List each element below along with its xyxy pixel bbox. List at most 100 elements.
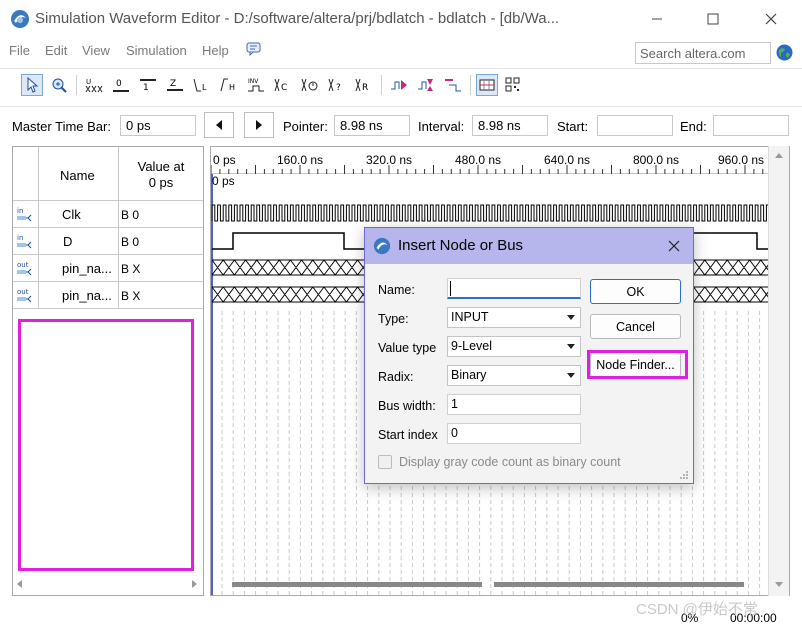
dialog-close-button[interactable] bbox=[663, 235, 685, 257]
node-row-d[interactable]: in D B 0 bbox=[13, 228, 203, 255]
weak-high-button[interactable]: H bbox=[218, 74, 240, 96]
uninitialized-icon: U bbox=[85, 78, 103, 93]
help-chat-icon[interactable] bbox=[246, 42, 262, 56]
interval-field[interactable]: 8.98 ns bbox=[472, 115, 548, 136]
highlight-empty-node-area[interactable] bbox=[18, 319, 194, 571]
random-value-button[interactable]: R bbox=[353, 74, 375, 96]
close-window-button[interactable] bbox=[748, 0, 794, 38]
start-label: Start: bbox=[557, 119, 589, 134]
node-row-output-2[interactable]: out pin_na... B X bbox=[13, 282, 203, 309]
search-input[interactable]: Search altera.com bbox=[635, 42, 771, 64]
output-pin-icon: out bbox=[17, 261, 32, 276]
menu-simulation[interactable]: Simulation bbox=[126, 43, 187, 58]
radix-select[interactable]: Binary bbox=[447, 365, 581, 386]
minimize-icon bbox=[652, 18, 662, 20]
svg-text:0: 0 bbox=[116, 79, 122, 89]
svg-text:1: 1 bbox=[143, 83, 149, 93]
gray-code-checkbox-label: Display gray code count as binary count bbox=[399, 455, 621, 469]
clock-button[interactable] bbox=[299, 74, 321, 96]
waveform-vscrollbar[interactable] bbox=[768, 146, 789, 596]
grid-settings-button[interactable] bbox=[502, 74, 524, 96]
snap-to-grid-button[interactable] bbox=[476, 74, 498, 96]
weak-low-icon: L bbox=[193, 78, 207, 92]
time-bar: Master Time Bar: 0 ps Pointer: 8.98 ns I… bbox=[0, 106, 802, 142]
next-transition-button[interactable] bbox=[244, 112, 274, 138]
dialog-title-bar: Insert Node or Bus bbox=[365, 228, 693, 264]
radix-label: Radix: bbox=[378, 370, 414, 384]
run-functional-sim-icon bbox=[418, 79, 433, 91]
pointer-field[interactable]: 8.98 ns bbox=[334, 115, 410, 136]
node-row-output-1[interactable]: out pin_na... B X bbox=[13, 255, 203, 282]
count-value-icon: C bbox=[274, 78, 287, 93]
clock-icon bbox=[301, 78, 318, 92]
master-time-bar-label: Master Time Bar: bbox=[12, 119, 111, 134]
quartus-app-icon bbox=[11, 10, 29, 28]
weak-low-button[interactable]: L bbox=[191, 74, 213, 96]
node-row-clk[interactable]: in Clk B 0 bbox=[13, 201, 203, 228]
run-timing-sim-button[interactable] bbox=[388, 74, 410, 96]
value-type-label: Value type bbox=[378, 341, 437, 355]
end-field[interactable] bbox=[713, 115, 789, 136]
quartus-app-icon bbox=[373, 237, 391, 255]
type-select-value: INPUT bbox=[451, 310, 489, 324]
zoom-tool-button[interactable] bbox=[48, 74, 70, 96]
type-select[interactable]: INPUT bbox=[447, 307, 581, 328]
svg-text:out: out bbox=[17, 261, 29, 269]
type-label: Type: bbox=[378, 312, 409, 326]
start-index-field[interactable]: 0 bbox=[447, 423, 581, 444]
forcing-high-button[interactable]: 1 bbox=[137, 74, 159, 96]
close-icon bbox=[765, 13, 777, 25]
menu-file[interactable]: File bbox=[9, 43, 30, 58]
vscroll-arrows bbox=[775, 153, 783, 587]
resize-grip-icon[interactable] bbox=[679, 470, 689, 480]
value-column-header[interactable]: Value at 0 ps bbox=[131, 159, 191, 191]
node-name: D bbox=[63, 234, 73, 249]
high-impedance-button[interactable]: Z bbox=[164, 74, 186, 96]
toolbar: U 0 1 Z L H INV C ? R bbox=[0, 68, 802, 100]
menu-edit[interactable]: Edit bbox=[45, 43, 67, 58]
node-panel-hscrollbar[interactable] bbox=[12, 575, 204, 593]
dont-care-button[interactable]: ? bbox=[326, 74, 348, 96]
bus-width-field[interactable]: 1 bbox=[447, 394, 581, 415]
svg-text:INV: INV bbox=[248, 78, 259, 85]
input-pin-icon: in bbox=[17, 234, 32, 249]
svg-text:out: out bbox=[17, 288, 29, 296]
pointer-tool-button[interactable] bbox=[21, 74, 43, 96]
gray-code-checkbox[interactable] bbox=[378, 455, 392, 469]
node-name: pin_na... bbox=[62, 261, 112, 276]
maximize-button[interactable] bbox=[690, 0, 736, 38]
previous-transition-button[interactable] bbox=[204, 112, 234, 138]
globe-icon[interactable] bbox=[776, 44, 793, 61]
run-functional-sim-button[interactable] bbox=[415, 74, 437, 96]
chevron-down-icon bbox=[567, 344, 575, 349]
svg-text:U: U bbox=[86, 78, 91, 86]
name-column-header[interactable]: Name bbox=[60, 168, 95, 183]
count-value-button[interactable]: C bbox=[272, 74, 294, 96]
generate-netlist-button[interactable] bbox=[442, 74, 464, 96]
menu-help[interactable]: Help bbox=[202, 43, 229, 58]
start-field[interactable] bbox=[597, 115, 673, 136]
svg-text:R: R bbox=[362, 83, 368, 93]
node-name: pin_na... bbox=[62, 288, 112, 303]
value-type-select[interactable]: 9-Level bbox=[447, 336, 581, 357]
chevron-down-icon bbox=[567, 373, 575, 378]
invert-button[interactable]: INV bbox=[245, 74, 267, 96]
dont-care-icon: ? bbox=[328, 78, 341, 93]
close-icon bbox=[668, 240, 680, 252]
input-pin-icon: in bbox=[17, 207, 32, 222]
forcing-low-button[interactable]: 0 bbox=[110, 74, 132, 96]
minimize-button[interactable] bbox=[634, 0, 680, 38]
chevron-down-icon bbox=[567, 315, 575, 320]
forcing-high-icon: 1 bbox=[140, 79, 156, 93]
menu-view[interactable]: View bbox=[82, 43, 110, 58]
zoom-tool-icon bbox=[52, 78, 67, 93]
bus-width-label: Bus width: bbox=[378, 399, 436, 413]
waveform-hscrollbar[interactable] bbox=[210, 576, 770, 594]
master-time-bar-field[interactable]: 0 ps bbox=[120, 115, 196, 136]
uninitialized-button[interactable]: U bbox=[83, 74, 105, 96]
ok-button[interactable]: OK bbox=[590, 279, 681, 304]
cancel-button[interactable]: Cancel bbox=[590, 314, 681, 339]
end-label: End: bbox=[680, 119, 707, 134]
run-timing-sim-icon bbox=[391, 80, 407, 90]
name-field[interactable] bbox=[447, 278, 581, 299]
